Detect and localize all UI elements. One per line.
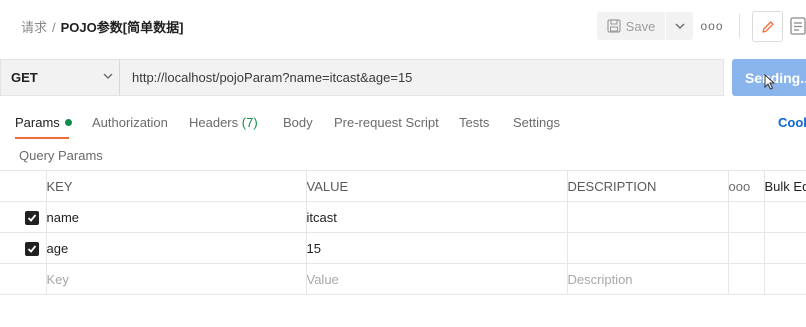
table-row: name itcast: [0, 201, 806, 233]
more-options-button[interactable]: ooo: [700, 12, 724, 40]
method-label: GET: [11, 70, 38, 85]
request-header: 请求 / POJO参数[简单数据] Save ooo: [0, 0, 806, 52]
description-column-header: DESCRIPTION: [567, 170, 729, 202]
chevron-down-icon: [675, 23, 684, 29]
cookies-link[interactable]: Cookies: [778, 115, 806, 130]
new-value-input[interactable]: Value: [306, 263, 568, 295]
param-value-cell[interactable]: itcast: [306, 201, 568, 233]
table-header-row: KEY VALUE DESCRIPTION ooo Bulk Edit: [0, 170, 806, 202]
row-checkbox-cell: [0, 263, 47, 295]
tab-settings[interactable]: Settings: [513, 115, 560, 130]
documentation-button[interactable]: [790, 15, 806, 37]
row-checkbox-cell: [0, 232, 47, 264]
new-description-input[interactable]: Description: [567, 263, 729, 295]
method-select[interactable]: GET: [0, 59, 120, 96]
bulk-edit-button[interactable]: Bulk Edit: [764, 170, 806, 202]
request-tabs: Params Authorization Headers (7) Body Pr…: [0, 108, 806, 140]
chevron-down-icon: [103, 73, 113, 79]
query-params-title: Query Params: [19, 148, 103, 163]
request-name[interactable]: POJO参数[简单数据]: [61, 20, 184, 35]
row-checkbox[interactable]: [25, 210, 39, 225]
breadcrumb: 请求 / POJO参数[简单数据]: [21, 17, 183, 36]
param-value-cell[interactable]: 15: [306, 232, 568, 264]
save-group: Save: [597, 12, 693, 40]
tab-params-label: Params: [15, 115, 60, 130]
document-icon: [790, 17, 806, 35]
param-key-cell[interactable]: age: [46, 232, 307, 264]
save-button[interactable]: Save: [597, 12, 665, 40]
edit-button[interactable]: [752, 11, 783, 42]
breadcrumb-collection[interactable]: 请求: [21, 20, 47, 35]
row-spacer-cell: [728, 232, 765, 264]
row-spacer-cell: [728, 263, 765, 295]
table-row: age 15: [0, 232, 806, 264]
param-description-cell[interactable]: [567, 201, 729, 233]
mouse-cursor-icon: [764, 74, 776, 90]
new-param-row: Key Value Description: [0, 263, 806, 295]
param-description-cell[interactable]: [567, 232, 729, 264]
divider: [739, 14, 740, 38]
row-spacer-cell: [764, 232, 806, 264]
value-column-header: VALUE: [306, 170, 568, 202]
params-active-dot: [64, 119, 72, 126]
pencil-icon: [761, 20, 774, 33]
param-key-cell[interactable]: name: [46, 201, 307, 233]
url-bar: GET http://localhost/pojoParam?name=itca…: [0, 59, 724, 96]
breadcrumb-separator: /: [52, 20, 56, 35]
row-spacer-cell: [764, 201, 806, 233]
checkmark-icon: [27, 245, 37, 253]
tab-pre-request-script[interactable]: Pre-request Script: [334, 115, 439, 130]
row-spacer-cell: [728, 201, 765, 233]
tab-body[interactable]: Body: [283, 115, 313, 130]
active-tab-indicator: [15, 137, 69, 139]
tab-params[interactable]: Params: [15, 115, 72, 130]
url-input[interactable]: http://localhost/pojoParam?name=itcast&a…: [120, 59, 724, 96]
save-icon: [607, 19, 621, 33]
tab-headers-label: Headers: [189, 115, 239, 130]
key-column-header: KEY: [46, 170, 307, 202]
tab-authorization[interactable]: Authorization: [92, 115, 168, 130]
tab-tests[interactable]: Tests: [459, 115, 489, 130]
query-params-table: KEY VALUE DESCRIPTION ooo Bulk Edit name…: [0, 170, 806, 295]
row-checkbox[interactable]: [25, 241, 39, 256]
new-key-input[interactable]: Key: [46, 263, 307, 295]
save-label: Save: [625, 18, 656, 34]
row-spacer-cell: [764, 263, 806, 295]
headers-count: (7): [241, 115, 258, 130]
row-checkbox-cell: [0, 201, 47, 233]
column-options-button[interactable]: ooo: [728, 170, 765, 202]
save-options-button[interactable]: [665, 12, 693, 40]
checkmark-icon: [27, 214, 37, 222]
checkbox-header: [0, 170, 47, 202]
tab-headers[interactable]: Headers (7): [189, 115, 258, 130]
